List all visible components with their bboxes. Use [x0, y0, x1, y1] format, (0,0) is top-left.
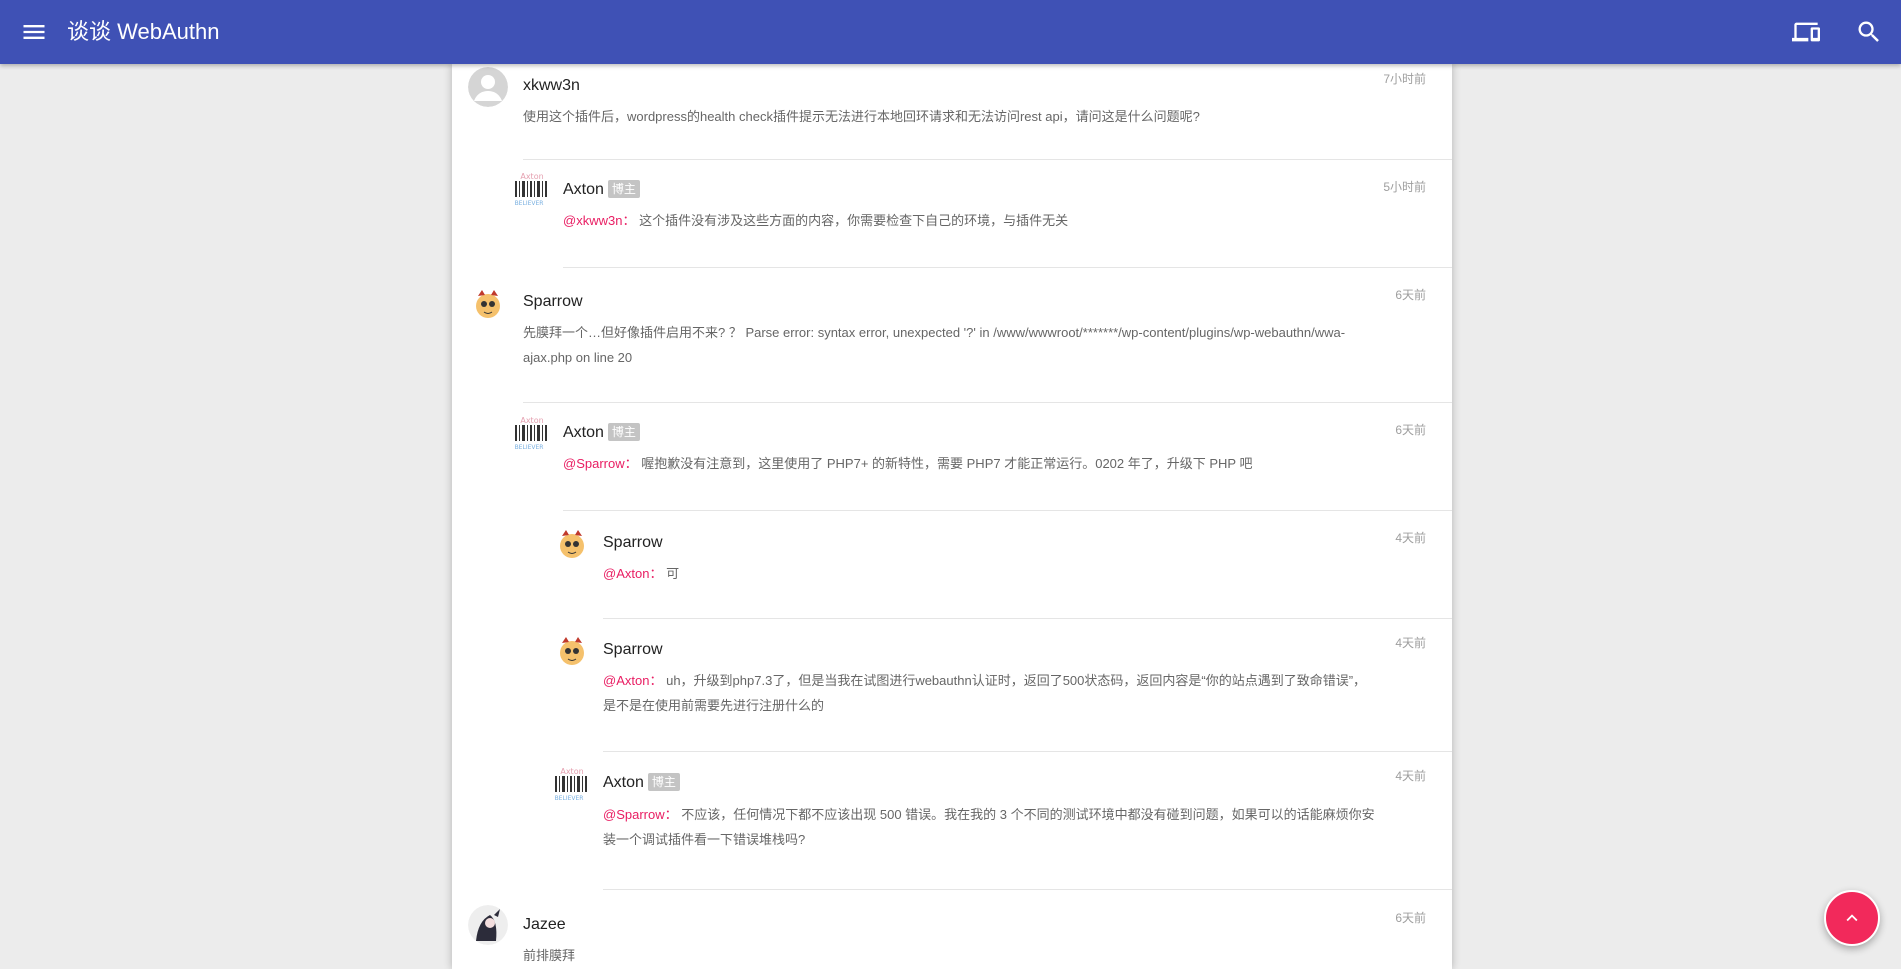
dark-character-avatar[interactable] — [468, 905, 508, 945]
comment-author[interactable]: xkww3n — [523, 76, 580, 96]
comment-author[interactable]: Axton 博主 — [563, 423, 640, 443]
mention-separator: ： — [649, 673, 663, 688]
comment-body-line: @Sparrow： 不应该，任何情况下都不应该出现 500 错误。我在我的 3 … — [603, 802, 1438, 827]
comment-item: Axton BELIEVER Axton 博主 6天前 @Sparrow： 喔抱歉… — [452, 403, 1452, 510]
avatar-text-top: Axton — [520, 172, 543, 181]
app-bar: 谈谈 WebAuthn — [0, 0, 1901, 64]
mention-separator: ： — [664, 807, 678, 822]
comment-item: Axton BELIEVER Axton 博主 5小时前 @xkww3n： 这个插… — [452, 160, 1452, 267]
barcode-avatar[interactable]: Axton BELIEVER — [552, 766, 592, 806]
comment-body-line: 先膜拜一个…但好像插件启用不来? ？ Parse error: syntax e… — [523, 325, 1346, 340]
comment-author[interactable]: Sparrow — [603, 640, 663, 660]
comment-item: Sparrow 4天前 @Axton： uh，升级到php7.3了，但是当我在试… — [452, 619, 1452, 751]
mention-separator: ： — [649, 566, 663, 581]
mention-link[interactable]: @Axton — [603, 673, 649, 688]
avatar-text-bottom: BELIEVER — [515, 444, 544, 451]
author-badge: 博主 — [607, 180, 640, 198]
arrow-up-icon — [1846, 914, 1858, 922]
author-name: Axton — [563, 424, 604, 441]
comment-body: 喔抱歉没有注意到，这里使用了 PHP7+ 的新特性，需要 PHP7 才能正常运行… — [641, 456, 1253, 471]
mention-link[interactable]: @Sparrow — [563, 456, 625, 471]
comment-text: @Sparrow： 喔抱歉没有注意到，这里使用了 PHP7+ 的新特性，需要 P… — [563, 451, 1438, 476]
search-icon[interactable] — [1855, 18, 1883, 46]
page-title: 谈谈 WebAuthn — [67, 19, 220, 44]
mention-separator: ： — [624, 456, 638, 471]
comment-body-line: 装一个调试插件看一下错误堆栈吗? — [603, 832, 806, 847]
avatar-text-bottom: BELIEVER — [555, 795, 584, 802]
author-name: Axton — [563, 181, 604, 198]
comment-author[interactable]: Sparrow — [523, 292, 583, 312]
comment-time: 5小时前 — [1383, 180, 1426, 194]
avatar-text-bottom: BELIEVER — [515, 200, 544, 207]
comment-author[interactable]: Axton 博主 — [563, 180, 640, 200]
cartoon-cat-avatar[interactable] — [468, 284, 508, 324]
back-to-top-button[interactable] — [1824, 890, 1880, 946]
comment-time: 4天前 — [1395, 769, 1426, 783]
comment-text: @Axton： 可 — [603, 561, 1438, 586]
comment-text: 前排膜拜 — [523, 948, 576, 963]
comment-item: Sparrow 6天前 先膜拜一个…但好像插件启用不来? ？ Parse err… — [452, 268, 1452, 402]
comment-time: 6天前 — [1395, 423, 1426, 437]
barcode-avatar[interactable]: Axton BELIEVER — [512, 415, 552, 455]
mention-link[interactable]: @xkww3n — [563, 213, 622, 228]
comment-text: 先膜拜一个…但好像插件启用不来? ？ Parse error: syntax e… — [523, 320, 1438, 370]
comment-time: 4天前 — [1395, 636, 1426, 650]
comment-text: @Axton： uh，升级到php7.3了，但是当我在试图进行webauthn认… — [603, 668, 1438, 718]
barcode-avatar[interactable]: Axton BELIEVER — [512, 171, 552, 211]
comment-body: 不应该，任何情况下都不应该出现 500 错误。我在我的 3 个不同的测试环境中都… — [681, 807, 1375, 822]
comment-item: Axton BELIEVER Axton 博主 4天前 @Sparrow： 不应该… — [452, 752, 1452, 889]
mention-separator: ： — [622, 213, 636, 228]
comment-body-line: @Axton： uh，升级到php7.3了，但是当我在试图进行webauthn认… — [603, 668, 1438, 693]
mention-link[interactable]: @Axton — [603, 566, 649, 581]
comment-body-line: 是不是在使用前需要先进行注册什么的 — [603, 698, 825, 713]
comment-author[interactable]: Jazee — [523, 915, 566, 935]
author-name: Axton — [603, 774, 644, 791]
comment-text: 使用这个插件后，wordpress的health check插件提示无法进行本地… — [523, 109, 1200, 124]
comments-card: xkww3n 7小时前 使用这个插件后，wordpress的health che… — [452, 64, 1452, 969]
comment-body-line: ajax.php on line 20 — [523, 350, 633, 365]
comment-author[interactable]: Sparrow — [603, 533, 663, 553]
comment-body: 这个插件没有涉及这些方面的内容，你需要检查下自己的环境，与插件无关 — [639, 213, 1069, 228]
comment-item: Jazee 6天前 前排膜拜 — [452, 890, 1452, 969]
comment-time: 6天前 — [1395, 911, 1426, 925]
comment-body: 可 — [666, 566, 680, 581]
avatar-text-top: Axton — [560, 767, 583, 776]
comment-item: Sparrow 4天前 @Axton： 可 — [452, 511, 1452, 618]
comment-time: 7小时前 — [1383, 72, 1426, 86]
comment-item: xkww3n 7小时前 使用这个插件后，wordpress的health che… — [452, 64, 1452, 159]
author-badge: 博主 — [607, 423, 640, 441]
comment-body: uh，升级到php7.3了，但是当我在试图进行webauthn认证时，返回了50… — [666, 673, 1367, 688]
comment-time: 6天前 — [1395, 288, 1426, 302]
cartoon-cat-avatar[interactable] — [552, 524, 592, 564]
mention-link[interactable]: @Sparrow — [603, 807, 665, 822]
comment-text: @Sparrow： 不应该，任何情况下都不应该出现 500 错误。我在我的 3 … — [603, 802, 1438, 852]
comment-time: 4天前 — [1395, 531, 1426, 545]
avatar-text-top: Axton — [520, 416, 543, 425]
comment-author[interactable]: Axton 博主 — [603, 773, 680, 793]
menu-icon[interactable] — [20, 18, 48, 46]
devices-icon[interactable] — [1792, 18, 1820, 46]
author-badge: 博主 — [647, 773, 680, 791]
cartoon-cat-avatar[interactable] — [552, 631, 592, 671]
comment-text: @xkww3n： 这个插件没有涉及这些方面的内容，你需要检查下自己的环境，与插件… — [563, 208, 1438, 233]
default-avatar[interactable] — [468, 67, 508, 107]
